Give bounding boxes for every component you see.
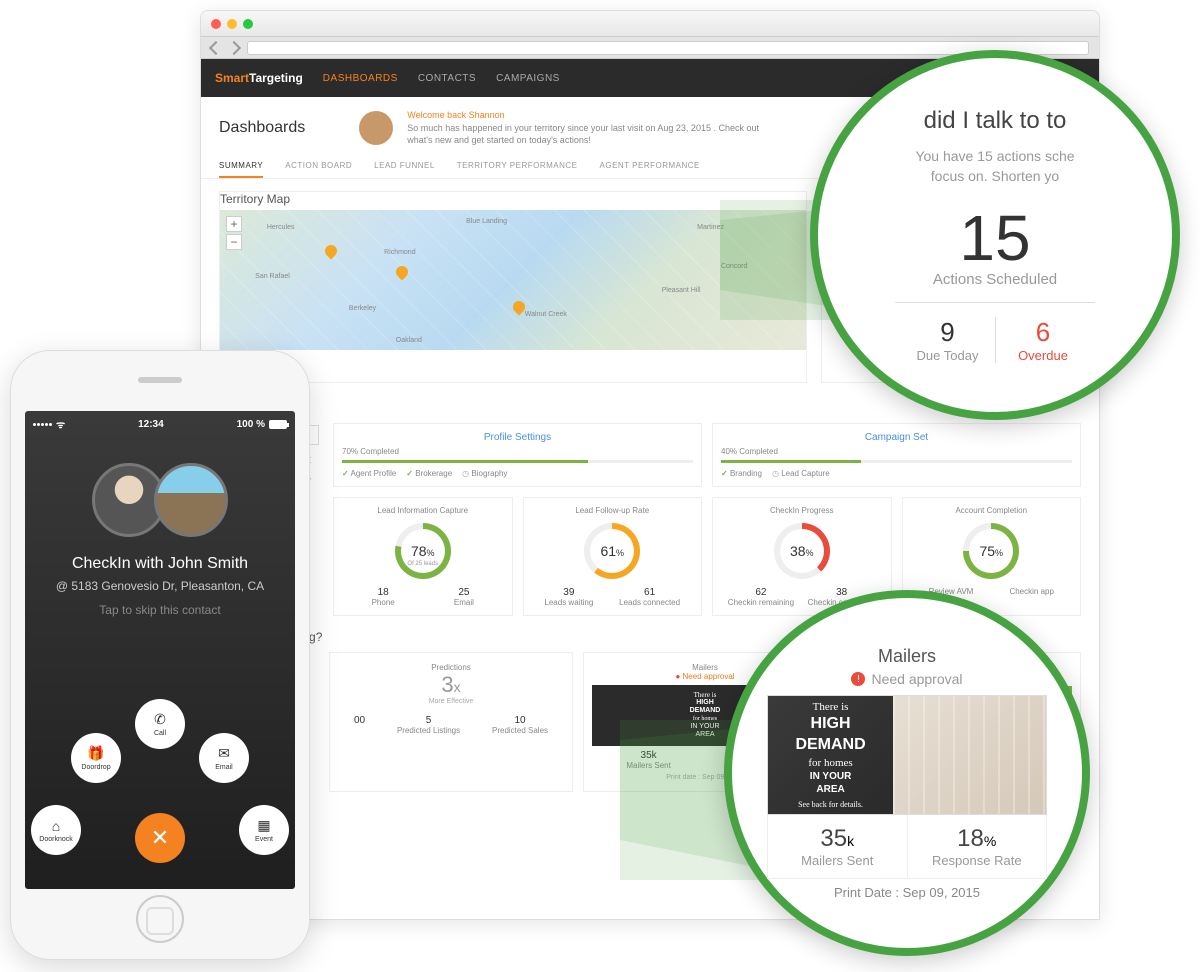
territory-map[interactable]: + − Hercules Blue Landing Martinez San R… [220,210,806,350]
property-photo [154,463,228,537]
mailers-title: Mailers [878,646,936,667]
alert-icon: ! [851,672,865,686]
minimize-icon[interactable] [227,19,237,29]
status-time: 12:34 [138,419,164,430]
nav-contacts[interactable]: CONTACTS [418,73,476,84]
territory-title: Territory Map [220,192,806,206]
checkin-avatars [25,463,295,537]
map-pin-icon[interactable] [393,263,410,280]
tab-action-board[interactable]: ACTION BOARD [285,155,352,178]
gift-icon: 🎁 [87,745,104,762]
zoom-title: did I talk to to [924,107,1067,135]
zoom-actions-detail: did I talk to to You have 15 actions sch… [810,50,1180,420]
maximize-icon[interactable] [243,19,253,29]
welcome-greeting: Welcome back Shannon [407,109,759,122]
wifi-icon: ᯤ [56,417,65,431]
print-date: Print Date : Sep 09, 2015 [834,885,980,900]
zoom-in-button[interactable]: + [226,216,242,232]
nav-dashboards[interactable]: DASHBOARDS [323,73,398,84]
tab-lead-funnel[interactable]: LEAD FUNNEL [374,155,435,178]
email-button[interactable]: ✉Email [199,733,249,783]
nav-campaigns[interactable]: CAMPAIGNS [496,73,560,84]
battery-icon [269,420,287,429]
campaign-settings-card[interactable]: Campaign Set 40% Completed ✓ Branding ◷ … [712,423,1081,487]
checkin-title: CheckIn with John Smith [25,555,295,573]
response-rate-stat: 18%Response Rate [907,815,1047,878]
profile-settings-card[interactable]: Profile Settings 70% Completed ✓ Agent P… [333,423,702,487]
zoom-out-button[interactable]: − [226,234,242,250]
close-actions-button[interactable]: ✕ [135,813,185,863]
doordrop-button[interactable]: 🎁Doordrop [71,733,121,783]
followup-card[interactable]: Lead Follow-up Rate 61% 39Leads waiting6… [523,497,703,616]
welcome-avatar [359,111,393,145]
doorknock-button[interactable]: ⌂Doorknock [31,805,81,855]
browser-titlebar [201,11,1099,37]
tab-agent[interactable]: AGENT PERFORMANCE [600,155,700,178]
email-icon: ✉ [218,745,230,762]
close-icon: ✕ [151,825,169,851]
predictions-card[interactable]: Predictions 3x More Effective 005Predict… [329,652,573,792]
event-button[interactable]: ▦Event [239,805,289,855]
territory-map-card: Territory Map + − Hercules Blue Landing … [219,191,807,383]
map-pin-icon[interactable] [323,242,340,259]
skip-contact[interactable]: Tap to skip this contact [25,603,295,617]
welcome-text: Welcome back Shannon So much has happene… [407,109,759,147]
overdue: 6Overdue [995,317,1090,363]
tab-summary[interactable]: SUMMARY [219,155,263,178]
call-button[interactable]: ✆Call [135,699,185,749]
tab-territory[interactable]: TERRITORY PERFORMANCE [457,155,578,178]
calendar-icon: ▦ [257,817,270,834]
due-today: 9Due Today [900,317,995,363]
zoom-mailers-detail: Mailers !Need approval There is HIGH DEM… [724,590,1090,956]
mobile-checkin-app: ᯤ 12:34 100 % CheckIn with John Smith @ … [10,350,310,960]
checkin-address: @ 5183 Genovesio Dr, Pleasanton, CA [25,579,295,593]
brand-logo: SmartTargeting [215,71,303,85]
close-icon[interactable] [211,19,221,29]
signal-icon [33,423,52,426]
actions-count: 15 [959,201,1030,275]
home-button-icon[interactable] [146,907,174,935]
forward-icon[interactable] [227,40,241,54]
phone-icon: ✆ [154,711,166,728]
page-title: Dashboards [219,119,305,137]
status-bar: ᯤ 12:34 100 % [25,411,295,437]
mailers-sent-stat: 35kMailers Sent [768,815,907,878]
mailer-preview: There is HIGH DEMAND for homes IN YOUR A… [767,695,1047,815]
lead-capture-card[interactable]: Lead Information Capture 78% Of 25 leads… [333,497,513,616]
door-icon: ⌂ [52,818,60,834]
back-icon[interactable] [209,40,223,54]
